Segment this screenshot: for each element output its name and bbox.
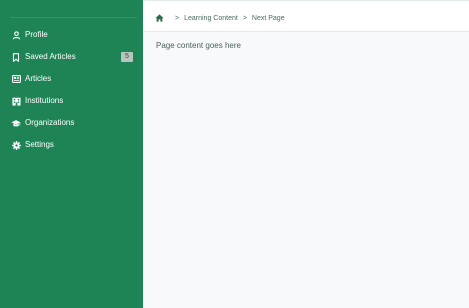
sidebar-item-label: Profile	[25, 30, 48, 39]
gear-icon	[11, 140, 21, 150]
sidebar-item-label: Organizations	[25, 118, 75, 127]
sidebar-item-articles[interactable]: Articles	[0, 70, 143, 88]
sidebar-divider	[10, 17, 137, 18]
bookmark-icon	[11, 52, 21, 62]
sidebar-item-label: Settings	[25, 140, 54, 149]
sidebar: Profile Saved Articles 5 Articles Instit…	[0, 0, 143, 308]
newspaper-icon	[11, 74, 21, 84]
breadcrumb: > Learning Content > Next Page	[155, 14, 285, 22]
sidebar-item-label: Institutions	[25, 96, 64, 105]
user-icon	[11, 30, 21, 40]
sidebar-item-settings[interactable]: Settings	[0, 136, 143, 154]
sidebar-item-profile[interactable]: Profile	[0, 26, 143, 44]
app-window: Profile Saved Articles 5 Articles Instit…	[0, 0, 469, 308]
breadcrumb-separator: >	[175, 14, 180, 22]
sidebar-item-label: Saved Articles	[25, 52, 76, 61]
sidebar-item-institutions[interactable]: Institutions	[0, 92, 143, 110]
saved-count-badge: 5	[121, 52, 133, 62]
sidebar-item-saved-articles[interactable]: Saved Articles 5	[0, 48, 143, 66]
sidebar-item-label: Articles	[25, 74, 52, 83]
top-bar: > Learning Content > Next Page	[143, 0, 469, 32]
building-icon	[11, 96, 21, 106]
main-content-text: Page content goes here	[156, 41, 241, 50]
home-icon[interactable]	[155, 14, 164, 22]
breadcrumb-separator: >	[242, 14, 247, 22]
sidebar-item-organizations[interactable]: Organizations	[0, 114, 143, 132]
breadcrumb-item-learning-content[interactable]: Learning Content	[184, 15, 238, 22]
breadcrumb-item-next-page: Next Page	[251, 14, 285, 22]
graduation-cap-icon	[11, 118, 21, 128]
